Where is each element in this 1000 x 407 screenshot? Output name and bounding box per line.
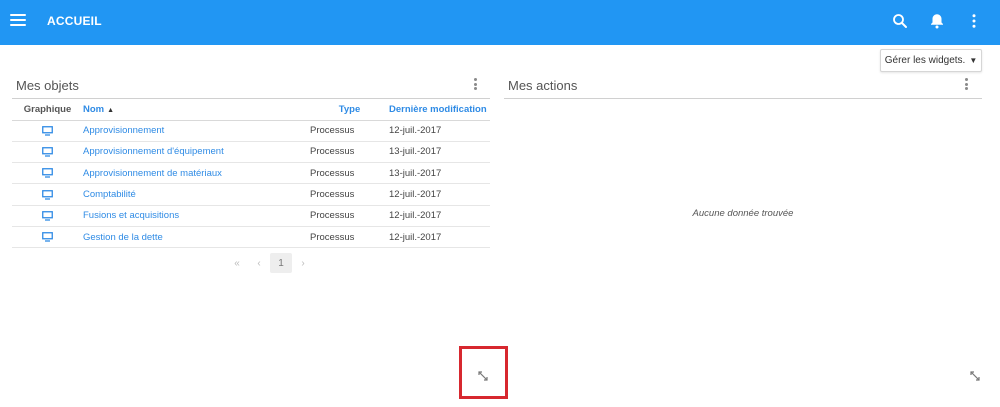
object-name-link[interactable]: Approvisionnement [83,120,310,142]
monitor-icon [12,141,83,164]
app-bar: ACCUEIL [0,0,1000,45]
monitor-icon [12,205,83,227]
column-header-modified[interactable]: Dernière modification [389,100,490,120]
table-row[interactable]: Approvisionnement de matériaux Processus… [12,162,490,185]
column-header-name-label: Nom [83,104,105,116]
objects-widget-divider [12,98,490,99]
monitor-icon [12,162,83,185]
object-modified-date: 13-juil.-2017 [389,162,490,185]
table-row[interactable]: Approvisionnement Processus 12-juil.-201… [12,120,490,142]
object-modified-date: 12-juil.-2017 [389,205,490,227]
table-row[interactable]: Comptabilité Processus 12-juil.-2017 [12,183,490,206]
monitor-icon [12,226,83,249]
highlight-box [459,346,508,399]
pagination: « ‹ 1 › [226,253,314,273]
objects-widget-title: Mes objets [16,78,79,93]
bell-icon[interactable] [928,12,946,30]
actions-widget-more-icon[interactable] [963,78,969,92]
object-name-link[interactable]: Approvisionnement d'équipement [83,141,310,164]
column-header-name[interactable]: Nom ▲ [83,100,310,120]
object-type: Processus [310,226,389,249]
objects-table: Graphique Nom ▲ Type Dernière modificatio… [12,100,490,249]
object-name-link[interactable]: Approvisionnement de matériaux [83,162,310,185]
object-modified-date: 12-juil.-2017 [389,183,490,206]
table-row[interactable]: Approvisionnement d'équipement Processus… [12,141,490,164]
object-name-link[interactable]: Fusions et acquisitions [83,205,310,227]
next-page-button[interactable]: › [292,253,314,273]
object-type: Processus [310,183,389,206]
actions-widget-resize-icon[interactable] [969,370,981,382]
object-type: Processus [310,205,389,227]
actions-widget-divider [504,98,982,99]
current-page-button[interactable]: 1 [270,253,292,273]
monitor-icon [12,183,83,206]
object-modified-date: 13-juil.-2017 [389,141,490,164]
object-modified-date: 12-juil.-2017 [389,120,490,142]
manage-widgets-button[interactable]: Gérer les widgets. ▼ [880,49,982,72]
object-type: Processus [310,141,389,164]
table-header-row: Graphique Nom ▲ Type Dernière modificatio… [12,100,490,120]
previous-page-button[interactable]: ‹ [248,253,270,273]
object-modified-date: 12-juil.-2017 [389,226,490,249]
object-type: Processus [310,162,389,185]
object-name-link[interactable]: Comptabilité [83,183,310,206]
objects-widget-more-icon[interactable] [472,78,478,92]
more-vert-icon[interactable] [965,12,983,30]
object-type: Processus [310,120,389,142]
menu-icon[interactable] [10,14,26,28]
column-header-type[interactable]: Type [310,100,389,120]
caret-down-icon: ▼ [969,56,978,65]
monitor-icon [12,120,83,142]
empty-state-message: Aucune donnée trouvée [692,208,794,219]
first-page-button[interactable]: « [226,253,248,273]
page-title: ACCUEIL [47,14,102,28]
table-row[interactable]: Gestion de la dette Processus 12-juil.-2… [12,226,490,249]
column-header-graphic: Graphique [23,104,72,116]
search-icon[interactable] [891,12,909,30]
table-row[interactable]: Fusions et acquisitions Processus 12-jui… [12,205,490,227]
actions-widget-title: Mes actions [508,78,578,93]
sort-ascending-icon: ▲ [107,107,115,115]
manage-widgets-label: Gérer les widgets. [884,55,966,66]
object-name-link[interactable]: Gestion de la dette [83,226,310,249]
